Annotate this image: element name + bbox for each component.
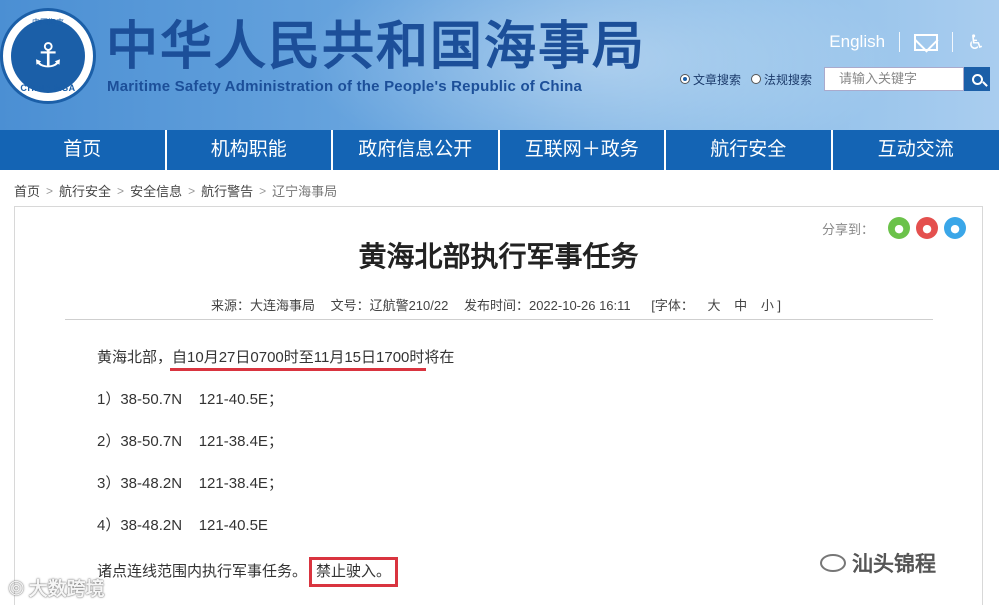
coordinate-point-3: 3）38-48.2N 121-38.4E； [97, 475, 283, 492]
coordinate-point-4: 4）38-48.2N 121-40.5E [97, 517, 268, 534]
breadcrumb-separator: > [117, 183, 125, 198]
anchor-icon: ⚓ [11, 19, 85, 93]
watermark-right: 汕头锦程 [820, 548, 936, 578]
breadcrumb-navigation-safety[interactable]: 航行安全 [59, 181, 111, 200]
nav-item-gov-info[interactable]: 政府信息公开 [333, 130, 500, 170]
meta-source: 来源：大连海事局 [210, 298, 315, 313]
breadcrumb-separator: > [259, 183, 267, 198]
font-size-small[interactable]: 小 ] [761, 298, 781, 313]
nav-item-functions[interactable]: 机构职能 [167, 130, 333, 170]
top-links: English ♿ [829, 30, 985, 54]
breadcrumb-separator: > [46, 183, 54, 198]
breadcrumb-safety-info[interactable]: 安全信息 [130, 181, 182, 200]
watermark-left: ◎ 大数跨境 [8, 574, 105, 601]
mail-icon[interactable] [914, 33, 939, 51]
article-meta: 来源：大连海事局 文号：辽航警210/22 发布时间：2022-10-26 16… [15, 295, 982, 314]
search-area: 文章搜索 法规搜索 请输入关键字 [680, 67, 991, 91]
intro-suffix: 将在 [424, 349, 455, 366]
red-underline [170, 368, 427, 371]
radio-law[interactable] [751, 74, 762, 84]
main-nav: 首页 机构职能 政府信息公开 互联网＋政务 航行安全 互动交流 [0, 130, 999, 170]
site-title: 中华人民共和国海事局 [106, 17, 647, 77]
breadcrumb-home[interactable]: 首页 [14, 181, 40, 200]
coordinate-point-1: 1）38-50.7N 121-40.5E； [97, 391, 283, 408]
wechat-outline-icon [820, 554, 846, 572]
article-body: 黄海北部，自10月27日0700时至11月15日1700时 将在 1）38-50.… [97, 347, 454, 599]
meta-published: 发布时间：2022-10-26 16:11 [463, 298, 631, 313]
article-panel: 分享到： ● ● ● 黄海北部执行军事任务 来源：大连海事局 文号：辽航警210… [14, 206, 983, 605]
logo-top-text: 中国海事 [32, 18, 64, 27]
radio-law-label: 法规搜索 [764, 72, 813, 87]
english-link[interactable]: English [829, 32, 885, 52]
breadcrumb-nav-warning[interactable]: 航行警告 [201, 181, 253, 200]
divider [899, 32, 901, 52]
intro-highlight-text: 自10月27日0700时至11月15日1700时 [172, 349, 425, 366]
breadcrumb-liaoning-msa[interactable]: 辽宁海事局 [272, 181, 337, 200]
nav-item-internet-gov[interactable]: 互联网＋政务 [500, 130, 666, 170]
closing-paragraph: 诸点连线范围内执行军事任务。 禁止驶入。 [97, 557, 454, 599]
msa-logo[interactable]: 中国海事 ⚓ CHINA MSA [0, 8, 96, 104]
logo-text: CHINA MSA [20, 83, 76, 93]
search-option-article[interactable]: 文章搜索 [680, 71, 741, 88]
watermark-left-text: 大数跨境 [28, 579, 105, 600]
coordinate-point-2: 2）38-50.7N 121-38.4E； [97, 433, 283, 450]
watermark-right-text: 汕头锦程 [852, 553, 936, 576]
font-size-medium[interactable]: 中 [734, 298, 747, 313]
font-size-large[interactable]: 大 [708, 298, 721, 313]
intro-highlight: 自10月27日0700时至11月15日1700时 [170, 349, 427, 371]
nav-item-navigation-safety[interactable]: 航行安全 [666, 130, 833, 170]
breadcrumb: 首页 > 航行安全 > 安全信息 > 航行警告 > 辽宁海事局 [14, 181, 337, 200]
search-input[interactable]: 请输入关键字 [824, 67, 965, 91]
radio-article[interactable] [680, 74, 690, 84]
radio-article-label: 文章搜索 [693, 72, 742, 87]
nav-item-interaction[interactable]: 互动交流 [833, 130, 999, 170]
watermark-left-icon: ◎ [8, 577, 25, 598]
breadcrumb-separator: > [188, 183, 196, 198]
nav-item-home[interactable]: 首页 [0, 130, 167, 170]
search-icon [971, 73, 983, 85]
search-button[interactable] [964, 67, 991, 91]
article-title: 黄海北部执行军事任务 [358, 240, 639, 273]
intro-prefix: 黄海北部， [97, 349, 173, 366]
search-option-law[interactable]: 法规搜索 [751, 71, 812, 88]
font-size-label: [字体： [651, 298, 694, 313]
title-divider [65, 319, 933, 320]
meta-doc-number: 文号：辽航警210/22 [330, 298, 449, 313]
divider [952, 32, 954, 52]
font-size-control: [字体： 大 中 小 ] [646, 298, 786, 313]
intro-paragraph: 黄海北部，自10月27日0700时至11月15日1700时 将在 [97, 347, 454, 389]
accessibility-icon[interactable]: ♿ [967, 30, 985, 54]
site-subtitle: Maritime Safety Administration of the Pe… [107, 78, 583, 95]
closing-boxed: 禁止驶入。 [309, 557, 399, 587]
site-header: 中国海事 ⚓ CHINA MSA 中华人民共和国海事局 Maritime Saf… [0, 0, 999, 130]
closing-prefix: 诸点连线范围内执行军事任务。 [97, 563, 308, 580]
